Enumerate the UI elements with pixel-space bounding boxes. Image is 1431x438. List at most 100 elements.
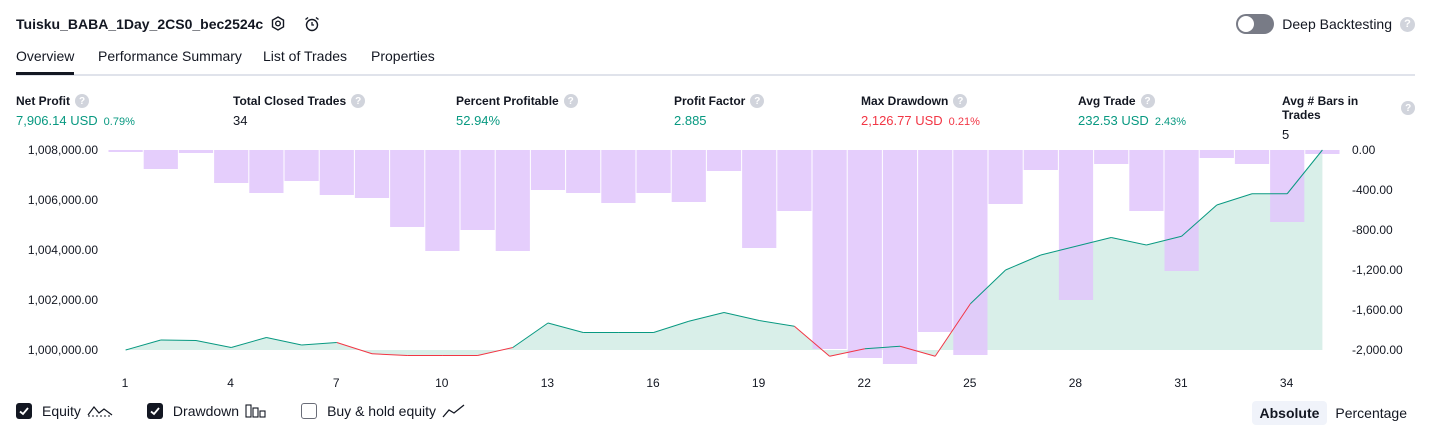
value-mode-switch: Absolute Percentage [1251,401,1416,425]
drawdown-bar [284,150,319,181]
drawdown-bar [178,150,214,153]
stat-value: 2.885 [674,113,707,128]
right-axis-tick-label: -800.00 [1352,223,1393,237]
help-icon[interactable]: ? [75,94,89,108]
stat-label: Avg # Bars in Trades [1282,94,1359,122]
drawdown-bar [249,150,284,193]
drawdown-bar [354,150,390,198]
x-axis-tick-label: 16 [646,376,660,390]
drawdown-bar [882,150,918,364]
x-axis-tick-label: 28 [1069,376,1083,390]
chart-legend: Equity Drawdown Buy & hold equity [16,403,500,419]
drawdown-checkbox[interactable] [146,403,163,419]
drawdown-bar [812,150,847,349]
left-axis-tick-label: 1,006,000.00 [28,193,98,207]
stat-percent: 2.43% [1154,116,1187,128]
deep-backtesting-toggle[interactable] [1236,14,1275,34]
drawdown-bar [1164,150,1199,271]
left-axis-tick-label: 1,004,000.00 [28,243,98,257]
help-icon[interactable]: ? [563,94,578,108]
drawdown-bar [1129,150,1164,211]
x-axis-tick-label: 34 [1280,376,1294,390]
drawdown-bar [1199,150,1234,158]
equity-checkbox[interactable] [16,403,32,419]
x-axis-tick-label: 31 [1174,376,1188,390]
buy-hold-line-icon [442,403,466,419]
absolute-button[interactable]: Absolute [1251,401,1328,425]
stat-percent: 0.21% [948,116,980,128]
right-axis-tick-label: -1,600.00 [1352,303,1403,317]
stat-label: Max Drawdown [861,94,949,108]
drawdown-bar [988,150,1023,204]
stat-label: Total Closed Trades [233,94,347,108]
legend-buy-hold[interactable]: Buy & hold equity [301,403,466,419]
equity-line-segment [160,339,197,341]
drawdown-bar [460,150,495,230]
x-axis-tick-label: 10 [435,376,449,390]
drawdown-bar [530,150,566,190]
right-axis-tick-label: 0.00 [1352,143,1376,157]
stat-total-closed-trades: Total Closed Trades? 34 [233,94,366,128]
drawdown-bar [566,150,601,193]
drawdown-bar [495,150,530,251]
legend-drawdown-label: Drawdown [172,403,240,419]
drawdown-bar [1270,150,1305,222]
equity-drawdown-chart[interactable]: 1,008,000.00 1,006,000.00 1,004,000.00 1,00… [0,138,1431,394]
tab-overview[interactable]: Overview [16,48,75,75]
legend-equity-label: Equity [42,403,81,419]
stat-value: 34 [233,113,248,128]
tab-performance-summary[interactable]: Performance Summary [98,48,242,64]
stat-max-drawdown: Max Drawdown? 2,126.77 USD 0.21% [861,94,980,128]
x-axis-tick-label: 4 [227,376,234,390]
stat-value: 7,906.14 USD [16,113,98,128]
drawdown-bar [601,150,636,203]
strategy-title: Tuisku_BABA_1Day_2CS0_bec2524c [16,16,264,32]
left-axis-tick-label: 1,000,000.00 [28,343,98,357]
drawdown-bar [777,150,812,211]
x-axis-tick-label: 19 [752,376,766,390]
x-axis-tick-label: 25 [963,376,977,390]
deep-backtesting-label: Deep Backtesting [1282,16,1392,32]
drawdown-bar [143,150,178,169]
help-icon[interactable]: ? [1140,94,1155,108]
drawdown-bar [847,150,882,358]
help-icon[interactable]: ? [1401,101,1415,115]
stat-net-profit: Net Profit? 7,906.14 USD 0.79% [16,94,135,128]
drawdown-bar [1023,150,1058,170]
x-axis-tick-label: 7 [333,376,340,390]
stat-avg-bars-in-trades: Avg # Bars in Trades? 5 [1282,94,1415,142]
drawdown-bar [1234,150,1270,164]
tab-list-of-trades[interactable]: List of Trades [263,48,347,64]
help-icon[interactable]: ? [750,94,765,108]
help-icon[interactable]: ? [1400,16,1415,32]
drawdown-bar [953,150,988,355]
buy-hold-checkbox[interactable] [301,403,318,419]
drawdown-bars-icon [245,403,267,419]
legend-drawdown[interactable]: Drawdown [146,403,267,419]
stat-value: 2,126.77 USD [861,113,943,128]
right-axis-tick-label: -1,200.00 [1352,263,1403,277]
stat-value: 52.94% [456,113,501,128]
percentage-button[interactable]: Percentage [1327,401,1415,425]
settings-icon[interactable] [268,14,288,34]
left-axis-tick-label: 1,002,000.00 [28,293,98,307]
legend-equity[interactable]: Equity [16,403,113,419]
drawdown-bar [671,150,706,202]
stat-label: Profit Factor [674,94,746,108]
right-axis-tick-label: -2,000.00 [1352,343,1403,357]
drawdown-bar [706,150,742,171]
tab-properties[interactable]: Properties [371,48,435,64]
alarm-icon[interactable] [302,14,322,34]
drawdown-bar [390,150,425,227]
stat-label: Percent Profitable [456,94,559,108]
help-icon[interactable]: ? [953,94,968,108]
right-axis-tick-label: -400.00 [1352,183,1393,197]
stat-avg-trade: Avg Trade? 232.53 USD 2.43% [1078,94,1186,128]
header-bar: Tuisku_BABA_1Day_2CS0_bec2524c Deep Back… [16,12,1415,36]
help-icon[interactable]: ? [351,94,366,108]
left-axis-tick-label: 1,008,000.00 [28,143,98,157]
drawdown-bar [1094,150,1129,164]
stats-row: Net Profit? 7,906.14 USD 0.79% Total Clos… [16,94,1415,142]
drawdown-bar [425,150,460,251]
drawdown-bar [1058,150,1094,300]
